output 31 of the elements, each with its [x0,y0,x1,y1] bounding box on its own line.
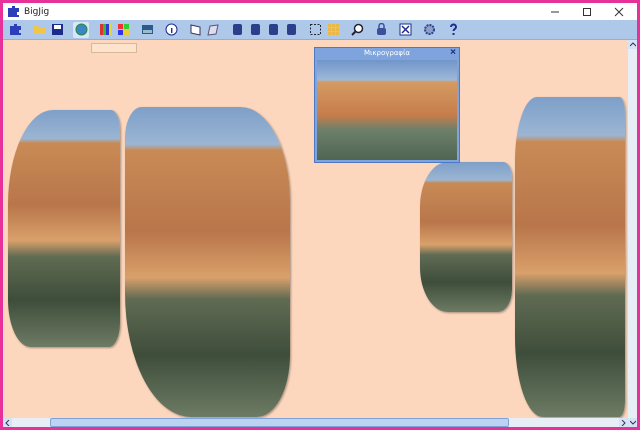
close-icon [614,6,624,16]
info-icon [164,23,178,36]
search-icon [350,23,364,36]
folder-icon [32,23,46,36]
save-icon [50,23,64,36]
grid-icon [326,23,340,36]
puzzle-piece[interactable] [8,110,120,347]
horizontal-scrollbar[interactable] [3,418,628,427]
window-title: BigJig [24,6,50,16]
selection-icon [308,23,322,36]
toolbar-button[interactable] [49,22,65,38]
puzzle-piece[interactable] [420,162,512,312]
fit-screen-icon [398,23,412,36]
vertical-scrollbar[interactable] [628,40,637,427]
puzzle-piece[interactable] [515,97,625,417]
color-bars-icon [98,23,112,36]
toolbar-button[interactable] [307,22,323,38]
palette-icon [116,23,130,36]
toolbar-button[interactable] [349,22,365,38]
image-icon [140,23,154,36]
puzzle-piece[interactable] [125,107,290,417]
puzzle-icon [7,5,20,18]
maximize-icon [582,6,592,16]
close-button[interactable]: × [450,48,456,58]
globe-icon [74,23,88,36]
toolbar-button[interactable] [163,22,179,38]
puzzle-icon [8,23,22,36]
settings-icon [422,23,436,36]
tooltip [91,43,137,53]
toolbar-button[interactable] [397,22,413,38]
lock-icon [374,23,388,36]
